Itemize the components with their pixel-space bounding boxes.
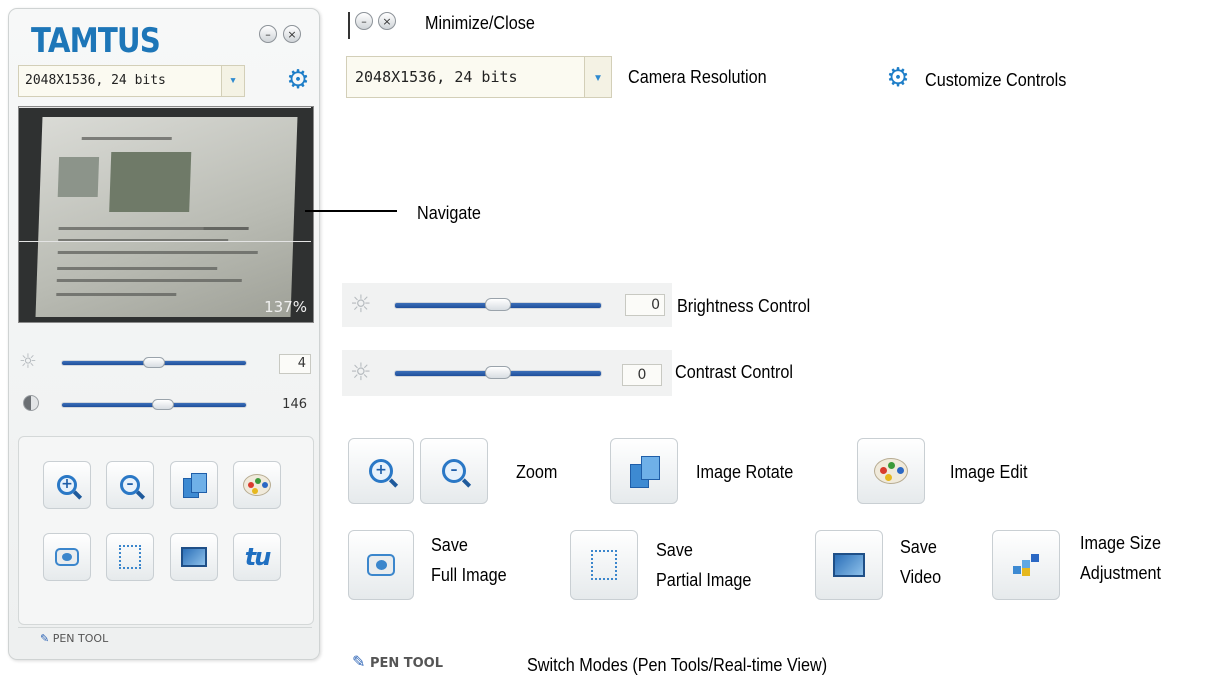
sun-icon: ☼ — [19, 349, 37, 373]
save-partial-image-button[interactable] — [106, 533, 154, 581]
label-save-full: Save Full Image — [431, 535, 507, 585]
label-contrast-control: Contrast Control — [675, 362, 793, 382]
legend-resolution-select: 2048X1536, 24 bits ▾ — [346, 56, 612, 98]
label-image-edit: Image Edit — [950, 462, 1028, 482]
tool-buttons-area: + – tu — [18, 436, 314, 625]
tamtus-logo-icon: tu — [244, 543, 272, 571]
legend-contrast-thumb — [485, 366, 511, 379]
legend-camera-icon — [367, 554, 395, 576]
app-logo: TAMTUS — [31, 21, 161, 61]
minimize-button[interactable]: – — [259, 25, 277, 43]
legend-pen-icon: ✎ — [352, 652, 366, 671]
legend-sun-icon-2: ☼ — [350, 358, 372, 386]
resolution-select[interactable]: 2048X1536, 24 bits ▾ — [18, 65, 245, 97]
label-brightness-control: Brightness Control — [677, 296, 811, 316]
label-save-partial: Save Partial Image — [656, 540, 752, 590]
legend-resolution-value: 2048X1536, 24 bits — [355, 68, 518, 86]
legend-divider — [348, 12, 350, 39]
legend-pen-tool: ✎ PEN TOOL — [352, 652, 443, 671]
rotate-button[interactable] — [170, 461, 218, 509]
preview-zoom-level: 137% — [264, 298, 307, 316]
legend-close-icon: × — [378, 12, 396, 30]
resolution-value: 2048X1536, 24 bits — [25, 73, 166, 88]
save-full-image-button[interactable] — [43, 533, 91, 581]
label-image-size: Image Size Adjustment — [1080, 533, 1162, 583]
legend-rotate-icon — [628, 456, 660, 488]
label-zoom: Zoom — [516, 462, 558, 482]
legend-brightness-value: 0 — [625, 294, 665, 316]
legend-gear-icon: ⚙ — [886, 63, 910, 93]
contrast-slider-thumb[interactable] — [152, 399, 175, 410]
label-customize-controls: Customize Controls — [925, 70, 1067, 90]
legend-monitor-icon — [833, 553, 865, 577]
legend-minimize-icon: – — [355, 12, 373, 30]
legend-save-video-button — [815, 530, 883, 600]
navigate-pointer-line — [305, 210, 397, 212]
legend-image-size-button — [992, 530, 1060, 600]
pen-icon: ✎ — [40, 632, 50, 645]
pen-tool-bar[interactable]: ✎ PEN TOOL — [18, 627, 312, 652]
zoom-out-button[interactable]: – — [106, 461, 154, 509]
save-video-button[interactable] — [170, 533, 218, 581]
legend-pen-tool-label: PEN TOOL — [369, 656, 444, 671]
close-icon[interactable]: × — [287, 28, 296, 41]
zoom-out-icon: – — [120, 475, 146, 500]
legend-zoom-out-button: – — [420, 438, 488, 504]
brightness-slider-thumb[interactable] — [143, 357, 165, 368]
view-rect-top — [19, 107, 311, 108]
gear-icon[interactable]: ⚙ — [285, 67, 311, 93]
pen-tool-switch[interactable]: ✎ PEN TOOL — [40, 632, 108, 645]
image-size-icon — [1013, 554, 1039, 576]
palette-icon — [243, 474, 271, 496]
legend-brightness-thumb — [485, 298, 511, 311]
contrast-value: 146 — [282, 397, 307, 412]
view-rect-bottom — [19, 241, 311, 242]
label-switch-modes: Switch Modes (Pen Tools/Real-time View) — [527, 655, 828, 675]
contrast-icon — [23, 395, 39, 411]
legend-chevron-down-icon: ▾ — [584, 57, 611, 97]
legend-partial-capture-icon — [591, 550, 617, 580]
tamtus-panel: TAMTUS – × 2048X1536, 24 bits ▾ ⚙ 137% ☼… — [8, 8, 320, 660]
document-preview-image — [35, 117, 298, 317]
brightness-value: 4 — [279, 354, 311, 374]
zoom-in-icon: + — [57, 475, 83, 500]
image-edit-button[interactable] — [233, 461, 281, 509]
label-navigate: Navigate — [417, 203, 481, 223]
partial-capture-icon — [119, 545, 141, 569]
tamtus-logo-button[interactable]: tu — [233, 533, 281, 581]
monitor-icon — [181, 547, 207, 567]
legend-zoom-in-icon: + — [369, 459, 399, 488]
chevron-down-icon[interactable]: ▾ — [221, 66, 244, 96]
label-image-rotate: Image Rotate — [696, 462, 794, 482]
legend-image-edit-button — [857, 438, 925, 504]
close-button[interactable]: × — [283, 25, 301, 43]
pen-tool-label: PEN TOOL — [52, 632, 109, 645]
label-save-video: Save Video — [900, 537, 942, 587]
camera-icon — [55, 548, 79, 566]
minimize-icon: – — [265, 28, 271, 41]
zoom-in-button[interactable]: + — [43, 461, 91, 509]
rotate-icon — [181, 473, 207, 498]
label-camera-resolution: Camera Resolution — [628, 67, 767, 87]
legend-contrast-value: 0 — [622, 364, 662, 386]
legend-zoom-out-icon: – — [442, 459, 472, 488]
navigate-preview[interactable]: 137% — [18, 106, 314, 323]
legend-palette-icon — [874, 458, 908, 484]
legend-zoom-in-button: + — [348, 438, 414, 504]
legend-save-partial-button — [570, 530, 638, 600]
legend-rotate-button — [610, 438, 678, 504]
legend-sun-icon: ☼ — [350, 290, 372, 318]
label-minimize-close: Minimize/Close — [425, 13, 535, 33]
legend-save-full-button — [348, 530, 414, 600]
